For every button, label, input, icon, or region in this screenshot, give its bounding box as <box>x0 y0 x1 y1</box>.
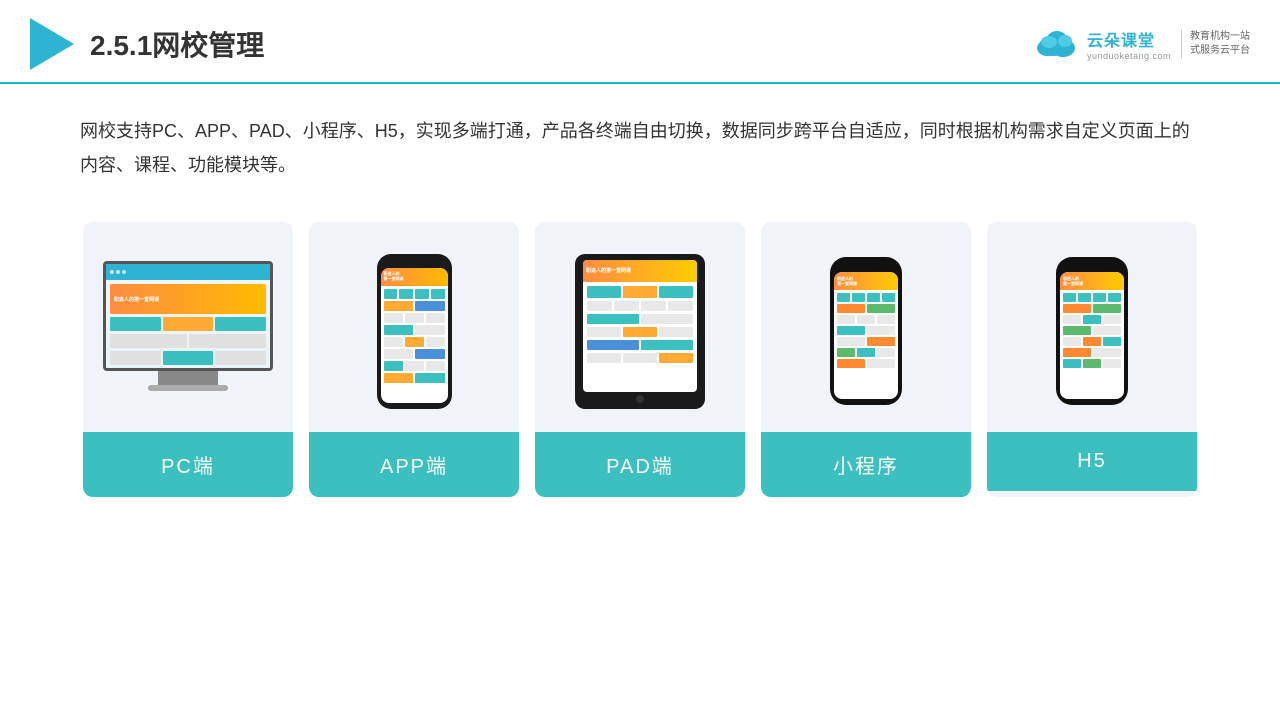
brand-logo: 云朵课堂 yunduoketang.com 教育机构一站 式服务云平台 <box>1033 26 1250 62</box>
page-header: 2.5.1网校管理 云朵课堂 yunduoketang.com 教育机 <box>0 0 1280 84</box>
h5-image-area: 职进人的第一堂网课 <box>987 222 1197 432</box>
miniprogram-label: 小程序 <box>761 432 971 497</box>
page-title: 2.5.1网校管理 <box>90 24 264 64</box>
miniprogram-image-area: 职进人的第一堂网课 <box>761 222 971 432</box>
pad-tablet-icon: 职进人的第一堂网课 <box>575 254 705 409</box>
pad-label: PAD端 <box>535 432 745 497</box>
app-label: APP端 <box>309 432 519 497</box>
brand-url: yunduoketang.com <box>1087 51 1171 61</box>
pc-label: PC端 <box>83 432 293 497</box>
description-text: 网校支持PC、APP、PAD、小程序、H5，实现多端打通，产品各终端自由切换，数… <box>0 84 1280 192</box>
card-app: 职进人的第一堂网课 <box>309 222 519 497</box>
card-pc: 职进人的第一堂网课 <box>83 222 293 497</box>
h5-phone-icon: 职进人的第一堂网课 <box>1056 257 1128 405</box>
miniprogram-phone-icon: 职进人的第一堂网课 <box>830 257 902 405</box>
app-phone-icon: 职进人的第一堂网课 <box>377 254 452 409</box>
brand-slogan: 教育机构一站 式服务云平台 <box>1181 30 1250 58</box>
description-content: 网校支持PC、APP、PAD、小程序、H5，实现多端打通，产品各终端自由切换，数… <box>80 121 1190 175</box>
header-left: 2.5.1网校管理 <box>30 18 264 70</box>
card-pad: 职进人的第一堂网课 <box>535 222 745 497</box>
pc-image-area: 职进人的第一堂网课 <box>83 222 293 432</box>
pad-image-area: 职进人的第一堂网课 <box>535 222 745 432</box>
card-miniprogram: 职进人的第一堂网课 <box>761 222 971 497</box>
brand-name: 云朵课堂 <box>1087 27 1155 51</box>
brand-slogan-line1: 教育机构一站 <box>1190 30 1250 44</box>
cloud-icon <box>1033 26 1081 62</box>
brand-text: 云朵课堂 yunduoketang.com <box>1087 27 1171 61</box>
header-right: 云朵课堂 yunduoketang.com 教育机构一站 式服务云平台 <box>1033 26 1250 62</box>
logo-triangle-icon <box>30 18 74 70</box>
card-h5: 职进人的第一堂网课 <box>987 222 1197 497</box>
brand-slogan-line2: 式服务云平台 <box>1190 44 1250 58</box>
device-cards-section: 职进人的第一堂网课 <box>0 192 1280 527</box>
app-image-area: 职进人的第一堂网课 <box>309 222 519 432</box>
h5-label: H5 <box>987 432 1197 491</box>
pc-monitor-icon: 职进人的第一堂网课 <box>103 261 273 401</box>
